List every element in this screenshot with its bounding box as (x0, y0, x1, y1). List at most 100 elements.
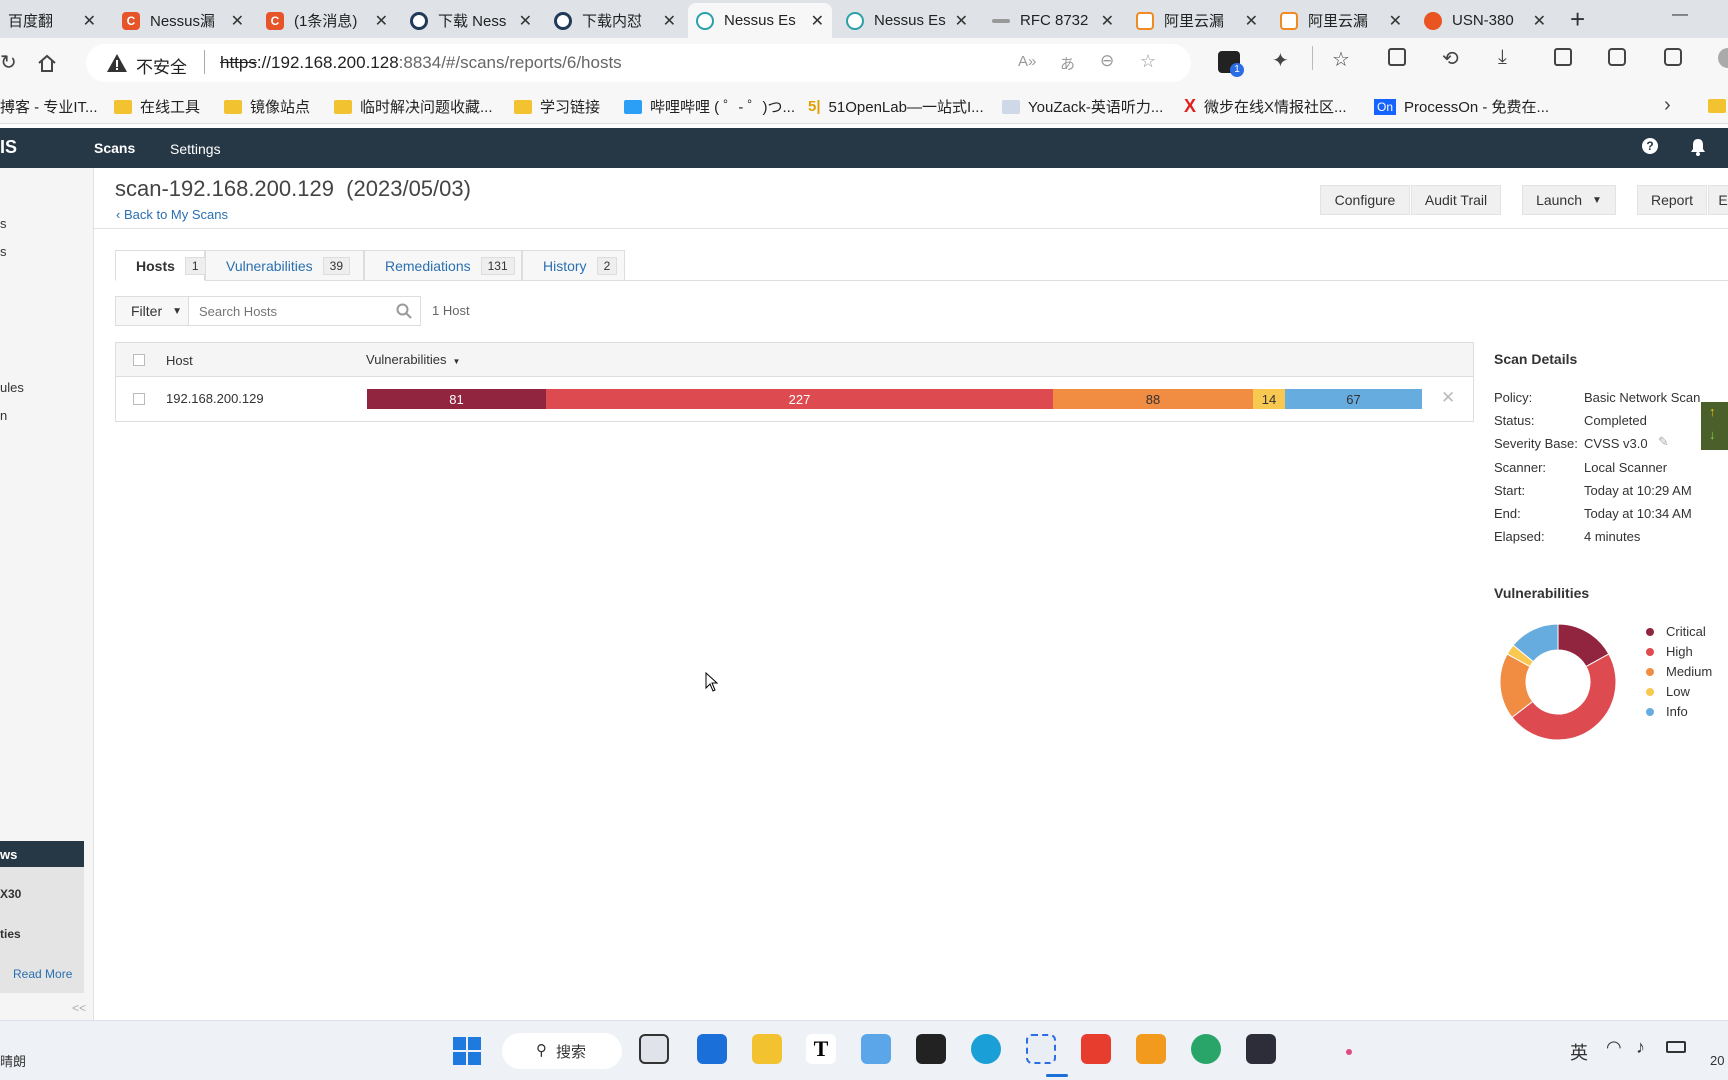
severity-bar-critical[interactable]: 81 (367, 389, 546, 409)
folder-icon[interactable] (1708, 99, 1726, 113)
bookmark-folder[interactable]: 在线工具 (114, 96, 200, 117)
scroll-arrows[interactable]: ↑ ↓ (1701, 402, 1728, 450)
browser-tab[interactable]: C (1条消息) ✕ (258, 3, 396, 38)
favorites-icon[interactable]: ☆ (1332, 47, 1350, 72)
collections-icon[interactable] (1388, 48, 1406, 66)
news-item[interactable]: X30 (0, 887, 21, 901)
row-checkbox[interactable] (133, 393, 145, 405)
browser-tab[interactable]: Nessus Es ✕ (838, 3, 976, 38)
edit-pencil-icon[interactable]: ✎ (1658, 434, 1669, 450)
arrow-up-icon[interactable]: ↑ (1709, 404, 1716, 419)
audit-trail-button[interactable]: Audit Trail (1411, 185, 1501, 215)
sidebar-item[interactable]: s (0, 244, 7, 259)
close-icon[interactable]: ✕ (83, 11, 96, 31)
close-icon[interactable]: ✕ (811, 11, 824, 31)
tab-history[interactable]: History 2 (522, 250, 625, 281)
close-icon[interactable]: ✕ (231, 11, 244, 31)
nav-scans[interactable]: Scans (94, 140, 135, 156)
clock[interactable]: 20 (1710, 1053, 1724, 1068)
download-icon[interactable]: ⤓ (1498, 46, 1507, 69)
help-icon[interactable]: ? (1642, 138, 1658, 154)
configure-button[interactable]: Configure (1320, 185, 1410, 215)
xmind-icon[interactable] (1081, 1034, 1111, 1064)
tab-vulnerabilities[interactable]: Vulnerabilities 39 (205, 250, 364, 281)
bookmark-folder[interactable]: 镜像站点 (224, 96, 310, 117)
url-text[interactable]: https://192.168.200.128:8834/#/scans/rep… (220, 53, 622, 73)
battery-icon[interactable] (1666, 1041, 1686, 1053)
bookmark-item[interactable]: 搏客 - 专业IT... (0, 96, 98, 117)
select-all-checkbox[interactable] (133, 354, 145, 366)
search-hosts-input[interactable] (189, 296, 421, 326)
app-icon[interactable] (916, 1034, 946, 1064)
screenshot-icon[interactable] (1554, 48, 1572, 66)
close-icon[interactable]: ✕ (1389, 11, 1402, 31)
back-link[interactable]: ‹ Back to My Scans (116, 207, 228, 222)
favorite-add-icon[interactable]: ☆ (1140, 51, 1156, 72)
close-icon[interactable]: ✕ (1101, 11, 1114, 31)
edge-dev-icon[interactable] (1191, 1034, 1221, 1064)
browser-tab[interactable]: C Nessus漏 ✕ (114, 3, 252, 38)
browser-tab[interactable]: 百度翻译 ✕ (0, 3, 104, 38)
severity-bar-medium[interactable]: 88 (1053, 389, 1253, 409)
minimize-button[interactable]: — (1672, 6, 1688, 24)
bookmark-folder[interactable]: 学习链接 (514, 96, 600, 117)
collapse-sidebar-button[interactable]: << (72, 1001, 86, 1015)
history-icon[interactable]: ⟲ (1442, 46, 1459, 71)
bell-icon[interactable] (1690, 138, 1706, 156)
read-more-link[interactable]: Read More (13, 967, 72, 981)
zoom-icon[interactable]: ⊖ (1100, 51, 1114, 71)
news-item[interactable]: ties (0, 927, 21, 941)
close-icon[interactable]: ✕ (955, 11, 968, 31)
tab-remediations[interactable]: Remediations 131 (364, 250, 522, 281)
bookmark-item[interactable]: On ProcessOn - 免费在... (1374, 96, 1549, 117)
report-button[interactable]: Report (1637, 185, 1707, 215)
browser-tab[interactable]: USN-380 ✕ (1416, 3, 1554, 38)
sidebar-item[interactable]: n (0, 408, 7, 423)
windows-start-icon[interactable] (453, 1037, 481, 1065)
tab-hosts[interactable]: Hosts 1 (115, 250, 206, 281)
read-aloud-icon[interactable]: A» (1018, 53, 1036, 70)
vmware-icon[interactable] (1136, 1034, 1166, 1064)
column-header-host[interactable]: Host (166, 353, 193, 368)
avatar[interactable] (1718, 48, 1728, 68)
address-bar[interactable]: 不安全 https://192.168.200.128:8834/#/scans… (86, 44, 1191, 82)
typora-icon[interactable]: T (806, 1034, 836, 1064)
close-icon[interactable]: ✕ (519, 11, 532, 31)
browser-tab[interactable]: 阿里云漏 ✕ (1128, 3, 1266, 38)
refresh-icon[interactable]: ↻ (0, 50, 17, 75)
edge-browser-icon[interactable] (971, 1034, 1001, 1064)
settings-menu-icon[interactable] (1664, 48, 1682, 66)
bookmark-item[interactable]: 5| 51OpenLab—一站式I... (808, 96, 984, 117)
browser-tab[interactable]: 下载 Ness ✕ (402, 3, 540, 38)
filter-dropdown[interactable]: Filter ▼ (115, 296, 189, 326)
arrow-down-icon[interactable]: ↓ (1709, 427, 1716, 442)
volume-icon[interactable]: ♪ (1636, 1037, 1645, 1058)
close-icon[interactable]: ✕ (663, 11, 676, 31)
host-ip[interactable]: 192.168.200.129 (166, 391, 264, 406)
app-icon[interactable] (1246, 1034, 1276, 1064)
severity-bar-low[interactable]: 14 (1253, 389, 1285, 409)
taskbar-search[interactable]: ⚲ 搜索 (502, 1033, 622, 1069)
task-view-icon[interactable] (639, 1034, 669, 1064)
column-header-vulnerabilities[interactable]: Vulnerabilities ▼ (366, 352, 460, 367)
bookmark-item[interactable]: X 微步在线X情报社区... (1184, 96, 1347, 117)
settings-gear-icon[interactable] (861, 1034, 891, 1064)
browser-tab[interactable]: RFC 8732 ✕ (984, 3, 1122, 38)
bookmark-item[interactable]: YouZack-英语听力... (1002, 96, 1163, 117)
chevron-right-icon[interactable]: › (1664, 94, 1671, 117)
severity-bar-info[interactable]: 67 (1285, 389, 1422, 409)
browser-tab[interactable]: 下载内怼 ✕ (546, 3, 684, 38)
sidebar-item[interactable]: ules (0, 380, 24, 395)
bookmark-item[interactable]: 哔哩哔哩 ( ゜- ゜)つ... (624, 96, 795, 117)
close-icon[interactable]: ✕ (1533, 11, 1546, 31)
nav-settings[interactable]: Settings (170, 141, 221, 157)
translate-icon[interactable]: あ (1060, 53, 1075, 74)
home-icon[interactable] (36, 52, 58, 74)
file-explorer-icon[interactable] (752, 1034, 782, 1064)
export-button[interactable]: E (1708, 185, 1728, 215)
wifi-icon[interactable]: ◠ (1606, 1037, 1622, 1058)
close-icon[interactable]: ✕ (1245, 11, 1258, 31)
calendar-app-icon[interactable] (697, 1034, 727, 1064)
ime-indicator[interactable]: 英 (1570, 1039, 1588, 1065)
launch-button[interactable]: Launch ▼ (1522, 185, 1616, 215)
